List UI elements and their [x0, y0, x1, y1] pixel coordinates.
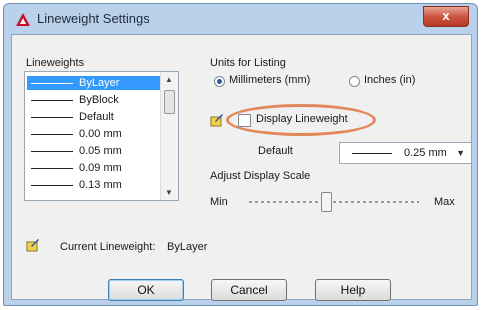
display-lineweight-label[interactable]: Display Lineweight: [256, 113, 348, 125]
scroll-thumb[interactable]: [164, 90, 175, 114]
millimeters-label[interactable]: Millimeters (mm): [229, 74, 310, 86]
lineweights-label: Lineweights: [26, 57, 85, 69]
millimeters-radio[interactable]: [214, 76, 225, 87]
lineweight-sample: [31, 83, 73, 84]
list-scrollbar[interactable]: ▲ ▼: [160, 72, 178, 200]
scale-slider-thumb[interactable]: [320, 192, 332, 212]
title-bar[interactable]: Lineweight Settings x: [4, 4, 477, 34]
chevron-down-icon[interactable]: ▼: [456, 148, 465, 158]
dialog-body: Lineweights ByLayer ByBlock Default 0.00…: [11, 34, 472, 301]
autocad-icon: [16, 13, 30, 26]
lineweight-settings-dialog: Lineweight Settings x Lineweights ByLaye…: [3, 3, 478, 306]
current-lineweight-label: Current Lineweight:: [60, 241, 156, 253]
default-lineweight-select[interactable]: 0.25 mm ▼: [339, 142, 472, 164]
list-item[interactable]: ByLayer: [27, 76, 160, 90]
cancel-button[interactable]: Cancel: [211, 279, 287, 301]
scroll-up-icon[interactable]: ▲: [165, 75, 173, 84]
display-lineweight-checkbox[interactable]: [238, 114, 251, 127]
ok-button[interactable]: OK: [108, 279, 184, 301]
scale-slider-track[interactable]: [249, 201, 419, 203]
units-label: Units for Listing: [210, 57, 286, 69]
lineweight-sample: [31, 151, 73, 152]
pencil-note-icon: [26, 239, 39, 252]
lineweight-sample: [31, 100, 73, 101]
list-item[interactable]: 0.13 mm: [27, 178, 160, 192]
lineweight-sample: [31, 185, 73, 186]
list-item[interactable]: Default: [27, 110, 160, 124]
list-item[interactable]: 0.09 mm: [27, 161, 160, 175]
scale-max-label: Max: [434, 196, 455, 208]
adjust-scale-label: Adjust Display Scale: [210, 170, 311, 182]
lineweight-sample: [352, 153, 392, 154]
scale-min-label: Min: [210, 196, 228, 208]
lineweights-list[interactable]: ByLayer ByBlock Default 0.00 mm 0.05 mm …: [24, 71, 179, 201]
close-button[interactable]: x: [423, 6, 469, 27]
help-button[interactable]: Help: [315, 279, 391, 301]
lineweight-sample: [31, 117, 73, 118]
close-icon: x: [442, 8, 450, 23]
list-item[interactable]: 0.05 mm: [27, 144, 160, 158]
default-label: Default: [258, 145, 293, 157]
inches-label[interactable]: Inches (in): [364, 74, 415, 86]
list-item[interactable]: ByBlock: [27, 93, 160, 107]
current-lineweight-value: ByLayer: [167, 241, 208, 253]
inches-radio[interactable]: [349, 76, 360, 87]
pencil-note-icon: [210, 114, 223, 127]
scroll-down-icon[interactable]: ▼: [165, 188, 173, 197]
lineweight-sample: [31, 168, 73, 169]
list-item[interactable]: 0.00 mm: [27, 127, 160, 141]
lineweight-sample: [31, 134, 73, 135]
dialog-title: Lineweight Settings: [37, 11, 150, 26]
